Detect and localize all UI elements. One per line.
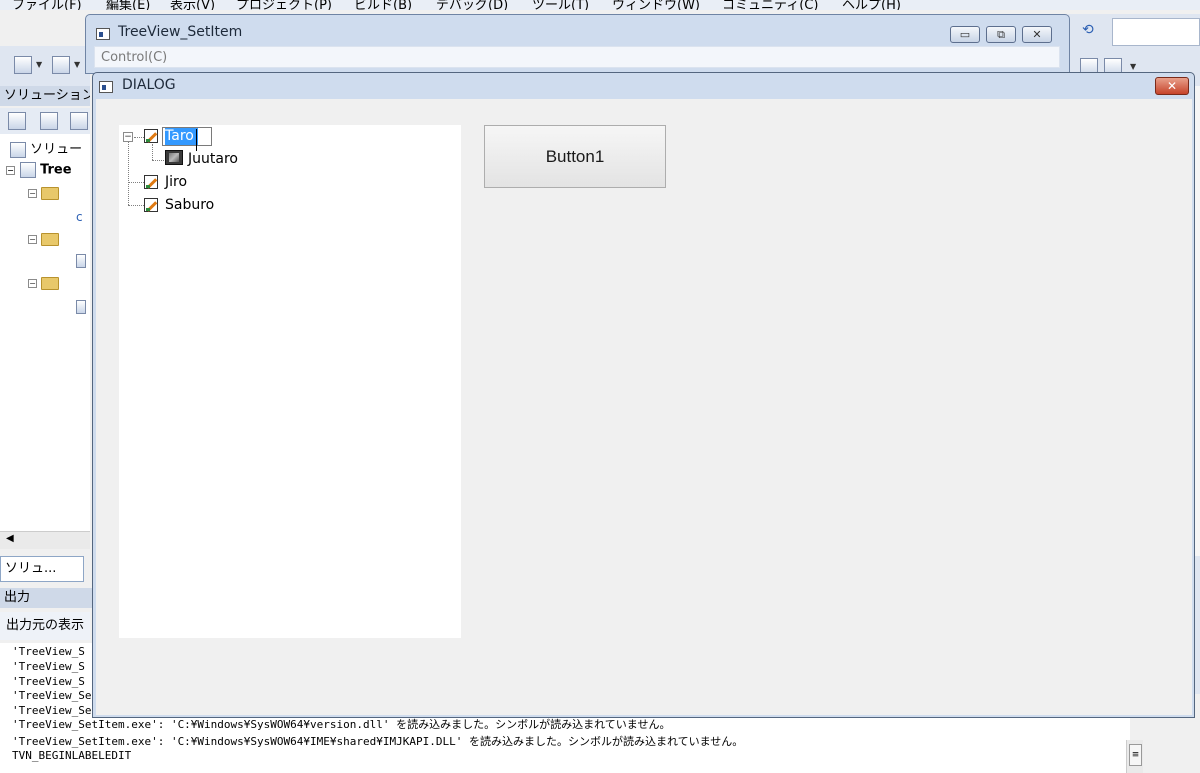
output-line: 'TreeView_S (12, 645, 85, 658)
scroll-thumb[interactable]: ≡ (1129, 744, 1142, 766)
output-line: 'TreeView_Se (12, 704, 92, 717)
solution-tab-label: ソリュ... (5, 561, 57, 576)
ide-menu-view[interactable]: 表示(V) (170, 0, 215, 10)
ide-menu-edit[interactable]: 編集(E) (106, 0, 150, 10)
project-icon (19, 162, 36, 178)
dialog-close-button[interactable]: ✕ (1155, 77, 1189, 95)
vertical-scrollbar[interactable]: ≡ (1126, 740, 1143, 773)
solution-node[interactable]: ソリュー (10, 138, 82, 158)
collapse-icon[interactable]: − (28, 235, 37, 244)
output-line: 'TreeView_S (12, 675, 85, 688)
pencil-icon (144, 198, 158, 212)
tree-node-taro[interactable]: Taro (165, 128, 198, 145)
properties-icon[interactable] (8, 112, 26, 130)
tree-line (152, 144, 153, 160)
tree-node-jiro[interactable]: Jiro (165, 174, 187, 190)
tree-line (134, 137, 144, 138)
output-line: 'TreeView_S (12, 660, 85, 673)
solution-explorer-toolbar (0, 108, 90, 134)
solution-icon (10, 141, 26, 158)
dropdown-arrow-icon[interactable]: ▼ (74, 60, 80, 69)
collapse-icon[interactable]: − (28, 189, 37, 198)
tree-node-saburo[interactable]: Saburo (165, 197, 214, 213)
folder-icon (41, 277, 60, 290)
pencil-icon (144, 129, 158, 143)
file-node[interactable]: c (76, 210, 83, 224)
solution-explorer-tab[interactable]: ソリュ... (0, 556, 84, 582)
tree-node-juutaro[interactable]: Juutaro (188, 151, 238, 167)
folder-node[interactable]: − (28, 276, 60, 291)
undo-icon[interactable]: ⟲ (1082, 22, 1094, 38)
file-node[interactable] (76, 254, 86, 272)
project-node[interactable]: − Tree (6, 162, 72, 178)
tree-line (128, 142, 129, 205)
resource-file-icon (76, 300, 86, 314)
scroll-left-icon[interactable]: ◀ (6, 533, 14, 544)
solution-explorer-header: ソリューション (0, 86, 90, 106)
output-line: TVN_BEGINLABELEDIT (12, 749, 132, 762)
close-button[interactable]: ✕ (1022, 26, 1052, 43)
pencil-icon (144, 175, 158, 189)
folder-icon (41, 233, 60, 246)
view-code-icon[interactable] (70, 112, 88, 130)
tree-line (128, 205, 144, 206)
ide-find-box[interactable] (1112, 18, 1200, 46)
output-line: 'TreeView_SetItem.exe': 'C:¥Windows¥SysW… (12, 718, 671, 731)
close-icon: ✕ (1166, 79, 1178, 93)
film-icon (165, 150, 183, 165)
show-all-files-icon[interactable] (40, 112, 58, 130)
ide-menu-help[interactable]: ヘルプ(H) (842, 0, 901, 10)
header-file-icon (76, 254, 86, 268)
tree-line (128, 182, 144, 183)
menu-control[interactable]: Control(C) (101, 50, 167, 65)
ide-menu-window[interactable]: ウィンドウ(W) (612, 0, 700, 10)
maximize-button[interactable]: ⧉ (986, 26, 1016, 43)
tree-line (152, 160, 164, 161)
dropdown-arrow-icon[interactable]: ▼ (1130, 62, 1136, 71)
folder-node[interactable]: − (28, 186, 60, 201)
dropdown-arrow-icon[interactable]: ▼ (36, 60, 42, 69)
collapse-icon[interactable]: − (28, 279, 37, 288)
file-icon: c (76, 210, 83, 224)
new-item-icon[interactable] (14, 56, 32, 74)
main-window-title: TreeView_SetItem (118, 24, 243, 40)
dialog-icon (99, 81, 113, 93)
button1[interactable]: Button1 (484, 125, 666, 188)
dialog-title: DIALOG (122, 77, 176, 93)
ide-menu-community[interactable]: コミュニティ(C) (722, 0, 818, 10)
project-node-label: Tree (40, 162, 72, 178)
folder-icon (41, 187, 60, 200)
text-caret (196, 129, 197, 151)
ide-menu-build[interactable]: ビルド(B) (354, 0, 412, 10)
solution-node-label: ソリュー (30, 142, 83, 157)
horizontal-scrollbar[interactable]: ◀ (0, 531, 90, 549)
ide-menu-bar: ファイル(F) 編集(E) 表示(V) プロジェクト(P) ビルド(B) デバッ… (0, 0, 1200, 10)
tree-collapse-icon[interactable]: − (123, 132, 133, 142)
minimize-button[interactable]: ▭ (950, 26, 980, 43)
output-line: 'TreeView_SetItem.exe': 'C:¥Windows¥SysW… (12, 735, 744, 748)
app-icon (96, 28, 110, 40)
ide-menu-tools[interactable]: ツール(T) (532, 0, 589, 10)
solution-explorer-tree: ソリュー − Tree − c − − (0, 134, 90, 534)
file-node[interactable] (76, 300, 86, 318)
ide-menu-file[interactable]: ファイル(F) (12, 0, 82, 10)
main-menu-bar: Control(C) (94, 46, 1060, 68)
folder-node[interactable]: − (28, 232, 60, 247)
add-item-icon[interactable] (52, 56, 70, 74)
output-line: 'TreeView_Se (12, 689, 92, 702)
ide-menu-debug[interactable]: デバッグ(D) (436, 0, 508, 10)
ide-toolbar: ▼ ▼ (0, 46, 90, 86)
ide-menu-project[interactable]: プロジェクト(P) (236, 0, 332, 10)
output-source-label: 出力元の表示 (0, 612, 90, 640)
button1-label: Button1 (545, 146, 605, 166)
collapse-icon[interactable]: − (6, 165, 15, 175)
